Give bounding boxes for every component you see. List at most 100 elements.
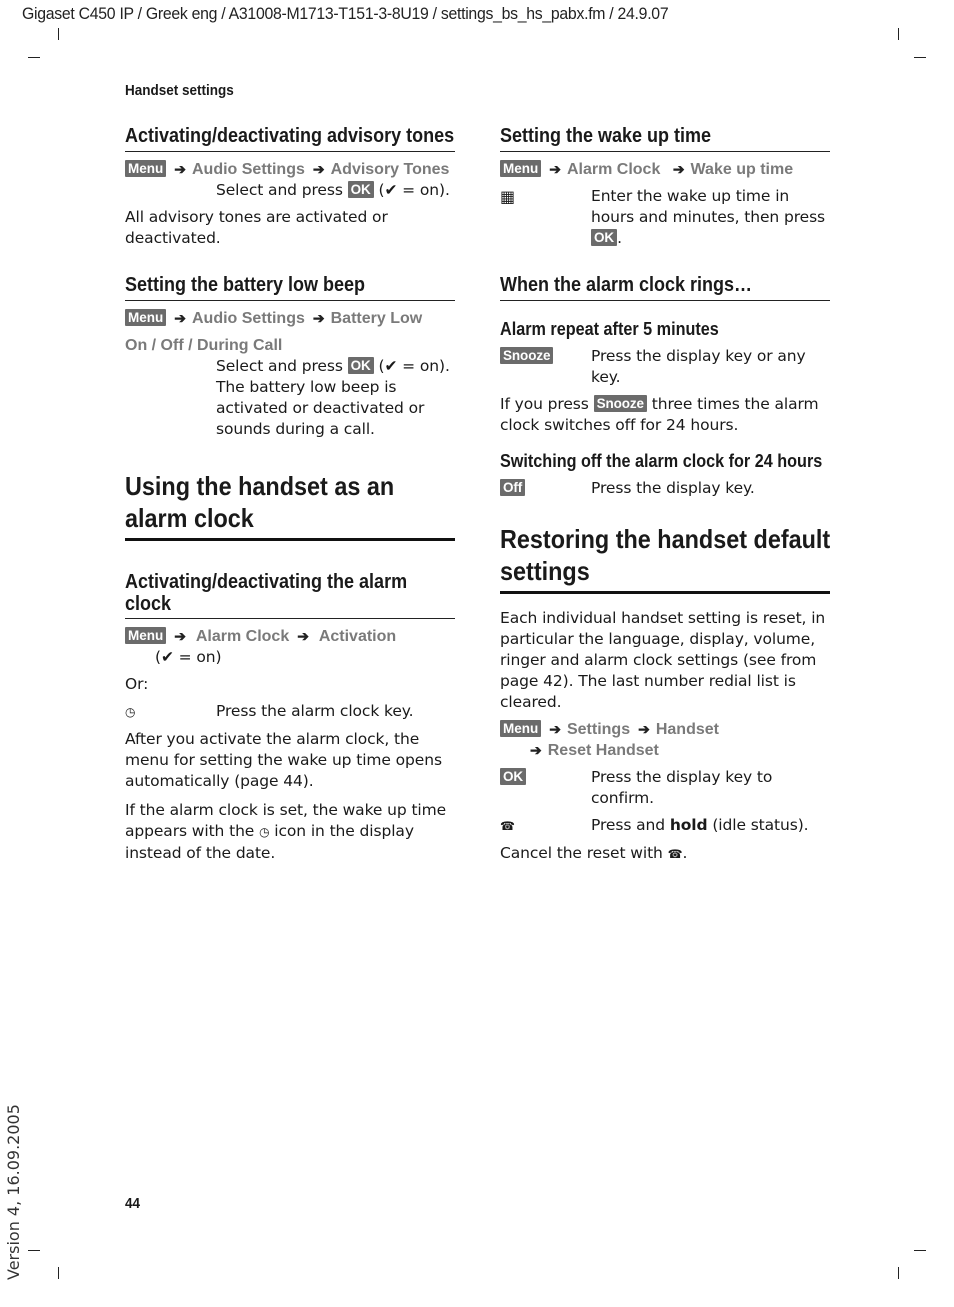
alarm-clock-icon: ◷ — [125, 705, 136, 719]
key-row: Off Press the display key. — [500, 478, 830, 499]
alarm-rings-section: When the alarm clock rings… Alarm repeat… — [500, 273, 830, 499]
arrow-icon: ➔ — [312, 161, 325, 177]
menu-path: Menu ➔ Audio Settings ➔ Battery Low — [125, 308, 455, 329]
menu-path: Menu ➔ Alarm Clock ➔ Activation — [125, 626, 455, 647]
arrow-icon: ➔ — [174, 310, 186, 326]
section-title-line1: Activating/deactivating the alarm — [125, 571, 408, 593]
key-row: OK Press the display key to confirm. — [500, 767, 830, 809]
menu-path: Menu ➔ Settings ➔ Handset — [500, 719, 830, 740]
or-label: Or: — [125, 675, 149, 693]
path-item: Advisory Tones — [330, 161, 450, 178]
arrow-icon: ➔ — [530, 742, 542, 758]
ok-key: OK — [500, 768, 527, 785]
path-item: Audio Settings — [191, 310, 305, 327]
key-action: Press the display key to confirm. — [591, 768, 773, 807]
path-item: Alarm Clock — [195, 628, 290, 645]
key-action: Press the display key. — [591, 479, 755, 497]
options-path: On / Off / During Call — [125, 337, 283, 354]
page-number: 44 — [125, 1195, 141, 1212]
subsection-title: Switching off the alarm clock for 24 hou… — [500, 451, 823, 471]
menu-key: Menu — [125, 627, 167, 644]
arrow-icon: ➔ — [549, 721, 561, 737]
crop-mark — [58, 28, 59, 40]
key-row: Snooze Press the display key or any key. — [500, 346, 830, 388]
menu-key: Menu — [125, 309, 167, 326]
menu-path: Menu ➔ Audio Settings ➔ Advisory Tones — [125, 159, 455, 180]
version-stamp: Version 4, 16.09.2005 — [4, 1104, 23, 1280]
instruction: Select and press OK (✔ = on). — [216, 357, 450, 375]
instruction: Select and press OK (✔ = on). — [216, 181, 450, 199]
section-title: Setting the wake up time — [500, 125, 712, 147]
body-text: The battery low beep is activated or dea… — [216, 378, 425, 438]
on-note: (✔ = on) — [155, 648, 222, 666]
arrow-icon: ➔ — [672, 161, 685, 177]
section-title-line2: clock — [125, 593, 172, 615]
instruction: Enter the wake up time in hours and minu… — [591, 187, 826, 247]
chapter-title-line1: Using the handset as an — [125, 471, 395, 501]
file-header: Gigaset C450 IP / Greek eng / A31008-M17… — [22, 4, 669, 23]
arrow-icon: ➔ — [549, 161, 561, 177]
chapter-title-line2: alarm clock — [125, 503, 254, 533]
key-row: ◷ Press the alarm clock key. — [125, 701, 455, 723]
snooze-key: Snooze — [593, 395, 647, 412]
running-head: Handset settings — [125, 82, 234, 99]
chapter-title-line1: Restoring the handset default — [500, 524, 831, 554]
restore-defaults-chapter: Restoring the handset default settings E… — [500, 523, 830, 865]
battery-low-section: Setting the battery low beep Menu ➔ Audio … — [125, 273, 455, 440]
menu-key: Menu — [500, 160, 542, 177]
path-item: Battery Low — [330, 310, 423, 327]
path-item: Handset — [655, 721, 719, 738]
path-item: Activation — [318, 628, 397, 645]
body-text: If you press Snooze three times the alar… — [500, 395, 819, 434]
arrow-icon: ➔ — [174, 161, 186, 177]
section-title: Setting the battery low beep — [125, 274, 366, 296]
key-row: ▦ Enter the wake up time in hours and mi… — [500, 186, 830, 249]
section-title: When the alarm clock rings… — [500, 274, 753, 296]
right-column: Setting the wake up time Menu ➔ Alarm Cloc… — [500, 124, 830, 865]
path-item: Alarm Clock — [566, 161, 661, 178]
crop-mark — [898, 28, 899, 40]
alarm-clock-chapter: Using the handset as an alarm clock Acti… — [125, 470, 455, 864]
subsection-title: Alarm repeat after 5 minutes — [500, 319, 719, 339]
check-icon: ✔ — [384, 181, 398, 199]
check-icon: ✔ — [160, 648, 174, 666]
path-item: Settings — [566, 721, 631, 738]
key-action: Press and hold (idle status). — [591, 816, 809, 834]
cancel-note: Cancel the reset with ☎. — [500, 843, 830, 865]
alarm-clock-icon: ◷ — [259, 825, 270, 839]
crop-mark — [28, 1250, 40, 1251]
menu-key: Menu — [500, 720, 542, 737]
body-text: After you activate the alarm clock, the … — [125, 730, 442, 790]
chapter-title-line2: settings — [500, 556, 590, 586]
ok-key: OK — [591, 229, 618, 246]
path-item: Audio Settings — [191, 161, 305, 178]
crop-mark — [914, 57, 926, 58]
body-text: If the alarm clock is set, the wake up t… — [125, 801, 447, 862]
keypad-icon: ▦ — [500, 187, 516, 206]
section-title: Activating/deactivating advisory tones — [125, 125, 455, 147]
arrow-icon: ➔ — [174, 628, 186, 644]
arrow-icon: ➔ — [638, 721, 650, 737]
left-column: Activating/deactivating advisory tones M… — [125, 124, 455, 864]
crop-mark — [898, 1267, 899, 1279]
menu-path: Menu ➔ Alarm Clock ➔ Wake up time — [500, 159, 830, 180]
menu-key: Menu — [125, 160, 167, 177]
advisory-tones-section: Activating/deactivating advisory tones M… — [125, 124, 455, 249]
body-text: Each individual handset setting is reset… — [500, 609, 826, 711]
key-action: Press the display key or any key. — [591, 347, 806, 386]
ok-key: OK — [347, 181, 374, 198]
path-item: Reset Handset — [547, 742, 659, 759]
end-call-icon: ☎ — [667, 847, 683, 861]
arrow-icon: ➔ — [297, 628, 309, 644]
path-item: Wake up time — [690, 161, 794, 178]
crop-mark — [28, 57, 40, 58]
wake-up-section: Setting the wake up time Menu ➔ Alarm Cloc… — [500, 124, 830, 249]
menu-path-continued: ➔ Reset Handset — [500, 740, 830, 761]
arrow-icon: ➔ — [312, 310, 325, 326]
end-call-icon: ☎ — [500, 819, 515, 833]
key-row: ☎ Press and hold (idle status). — [500, 815, 830, 837]
crop-mark — [914, 1250, 926, 1251]
off-key: Off — [500, 479, 526, 496]
body-text: All advisory tones are activated or deac… — [125, 208, 388, 247]
snooze-key: Snooze — [500, 347, 554, 364]
